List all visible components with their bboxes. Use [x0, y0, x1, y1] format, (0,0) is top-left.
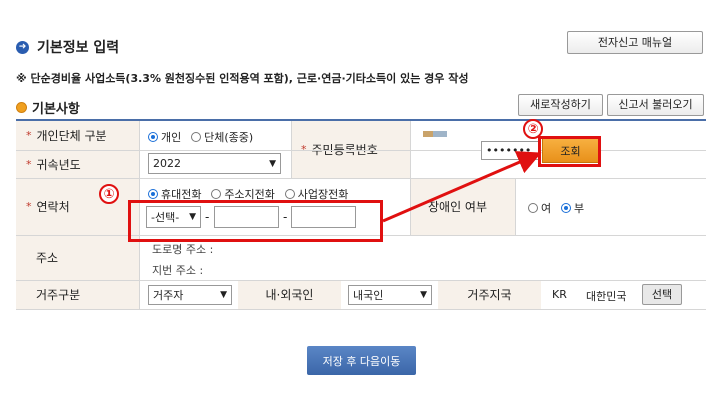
annotation-arrow — [382, 151, 542, 223]
